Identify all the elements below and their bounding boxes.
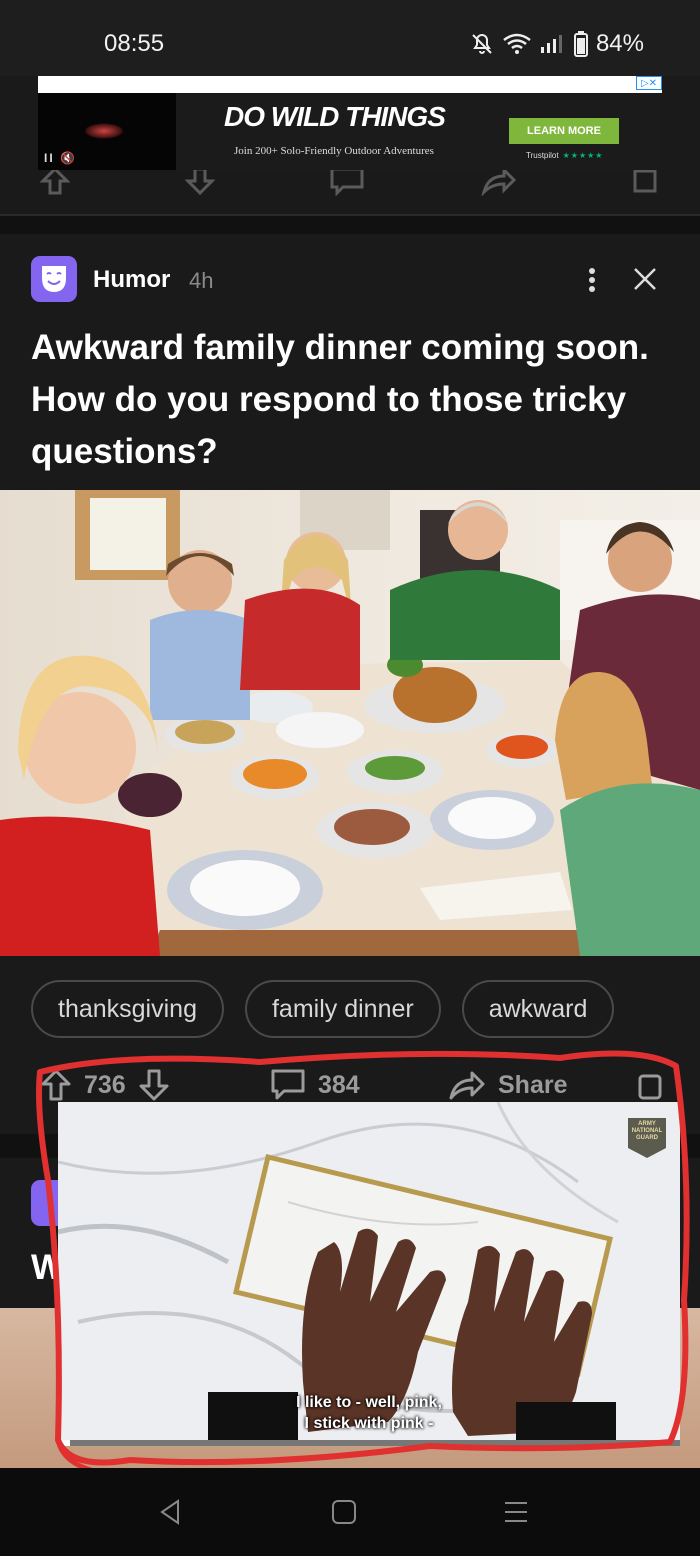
status-time: 08:55	[104, 30, 165, 57]
back-icon	[160, 1499, 179, 1525]
ad-body[interactable]: DO WILD THINGS Join 200+ Solo-Friendly O…	[176, 93, 662, 170]
tag-chip[interactable]: family dinner	[244, 980, 441, 1038]
badge-line: ARMY	[638, 1121, 656, 1127]
tag-chip[interactable]: awkward	[461, 980, 615, 1038]
caption-line-2: I stick with pink -	[304, 1415, 434, 1432]
ad-banner[interactable]: II 🔇 DO WILD THINGS Join 200+ Solo-Frien…	[38, 76, 662, 170]
post-image[interactable]	[0, 490, 700, 956]
ad-subline: Join 200+ Solo-Friendly Outdoor Adventur…	[234, 145, 434, 157]
home-icon	[332, 1500, 356, 1524]
share-label: Share	[498, 1070, 568, 1099]
ad-learn-more-button[interactable]: LEARN MORE	[509, 118, 619, 144]
share-icon[interactable]	[480, 166, 516, 196]
ad-trustpilot-rating: Trustpilot ★★★★★	[526, 151, 603, 160]
previous-post-actions	[40, 166, 660, 196]
badge-line: GUARD	[636, 1135, 658, 1141]
more-options-button[interactable]	[578, 264, 606, 296]
ad-headline: DO WILD THINGS	[224, 101, 446, 132]
status-bar: 08:55 84%	[0, 0, 700, 76]
comment-icon[interactable]	[329, 166, 365, 196]
nav-back-button[interactable]	[150, 1496, 190, 1528]
humor-mask-icon	[42, 266, 66, 292]
video-caption: I like to - well, pink, I stick with pin…	[58, 1392, 680, 1434]
floating-video-player[interactable]: ARMY NATIONAL GUARD I like to - well, pi…	[58, 1102, 680, 1446]
wifi-icon	[503, 33, 531, 54]
trustpilot-label: Trustpilot	[526, 151, 559, 160]
ad-video-thumbnail[interactable]: II 🔇	[38, 93, 176, 170]
nav-home-button[interactable]	[324, 1496, 364, 1528]
battery-percent: 84%	[595, 30, 644, 57]
badge-line: NATIONAL	[631, 1128, 663, 1134]
comment-icon	[271, 1069, 305, 1100]
system-nav-bar	[0, 1468, 700, 1556]
close-icon	[634, 268, 656, 290]
post-card[interactable]: Humor 4h Awkward family dinner coming so…	[0, 234, 700, 1134]
downvote-icon[interactable]	[184, 166, 215, 196]
comment-count: 384	[318, 1070, 360, 1099]
campfire-graphic	[84, 123, 124, 139]
close-post-button[interactable]	[630, 264, 660, 294]
adchoices-icon[interactable]: ▷✕	[636, 76, 662, 90]
recents-icon	[505, 1502, 527, 1522]
status-icons: 84%	[470, 30, 644, 58]
share-icon	[449, 1071, 485, 1100]
comment-button[interactable]: 384	[270, 1068, 360, 1102]
ad-video-controls[interactable]: II 🔇	[44, 151, 77, 165]
video-progress-fill	[58, 1440, 71, 1446]
post-title[interactable]: Awkward family dinner coming soon. How d…	[31, 322, 671, 478]
tag-list: thanksgiving family dinner awkward	[31, 980, 615, 1038]
trustpilot-stars: ★★★★★	[562, 151, 604, 160]
video-progress-bar[interactable]	[58, 1440, 680, 1446]
caption-line-1: I like to - well, pink,	[296, 1394, 442, 1411]
downvote-icon[interactable]	[138, 1068, 170, 1102]
save-icon	[638, 1074, 662, 1100]
mute-icon	[472, 33, 492, 54]
ad-top-strip	[38, 76, 662, 93]
tag-chip[interactable]: thanksgiving	[31, 980, 224, 1038]
family-dinner-photo	[0, 490, 700, 956]
section-name[interactable]: Humor	[93, 266, 170, 294]
share-button[interactable]: Share	[448, 1068, 567, 1102]
signal-icon	[540, 35, 562, 53]
section-avatar[interactable]	[31, 256, 77, 302]
save-icon[interactable]	[630, 166, 660, 196]
battery-icon	[573, 31, 588, 57]
save-button[interactable]	[636, 1068, 666, 1102]
upvote-icon[interactable]	[40, 166, 70, 196]
post-time: 4h	[189, 268, 214, 293]
nav-recents-button[interactable]	[496, 1496, 536, 1528]
upvote-count: 736	[84, 1070, 126, 1099]
upvote-icon[interactable]	[40, 1068, 72, 1102]
more-vertical-icon	[589, 268, 595, 292]
vote-group: 736	[40, 1068, 170, 1102]
